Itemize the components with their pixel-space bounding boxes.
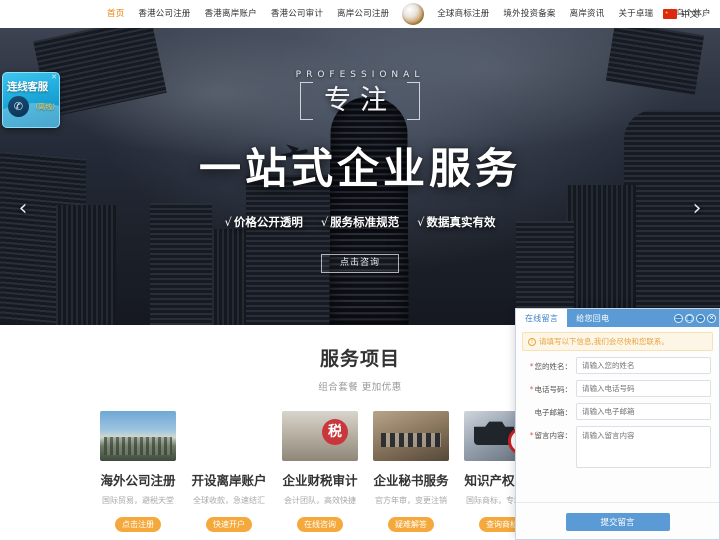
harbor-city-image: [100, 411, 176, 461]
hero-feature-label-2: 服务标准规范: [330, 215, 400, 229]
check-icon: √: [224, 215, 232, 229]
nav-item-hk-offshore-account[interactable]: 香港离岸账户: [198, 0, 264, 28]
form-row-name: *您的姓名：: [524, 357, 711, 374]
carousel-prev-arrow-icon[interactable]: ‹: [10, 196, 36, 222]
close-icon[interactable]: ✕: [707, 313, 716, 323]
service-card[interactable]: 海外公司注册 国际贸易，避税天堂 点击注册: [100, 411, 176, 532]
service-card-title: 企业秘书服务: [373, 473, 449, 488]
info-icon: !: [528, 337, 536, 346]
close-icon[interactable]: ✕: [51, 73, 57, 81]
required-marker: *: [529, 385, 534, 394]
china-flag-icon: [663, 9, 678, 19]
service-card-desc: 会计团队，高效快捷: [284, 496, 356, 505]
service-card[interactable]: 开设离岸账户 全球收款，急速结汇 快速开户: [191, 411, 267, 532]
nav-item-offshore-company-registration[interactable]: 离岸公司注册: [330, 0, 396, 28]
form-row-phone: *电话号码：: [524, 380, 711, 397]
chat-panel-header: 在线留言 给您回电 — □ – ✕: [516, 309, 719, 327]
phone-field-label: *电话号码：: [529, 385, 572, 394]
chevron-down-icon: ⌄: [702, 10, 708, 18]
hero-consult-button[interactable]: 点击咨询: [321, 254, 399, 273]
email-input[interactable]: [576, 403, 711, 420]
hero-feature-label-3: 数据真实有效: [426, 215, 496, 229]
service-card-title: 企业财税审计: [282, 473, 358, 488]
service-card-desc: 官方年审，变更注销: [375, 496, 447, 505]
live-chat-float-widget[interactable]: ✕ 连线客服 ✆ (离线): [2, 72, 60, 128]
required-marker: *: [529, 362, 534, 371]
form-row-message: *留言内容：: [524, 426, 711, 468]
email-field-label: 电子邮箱：: [534, 408, 573, 417]
credit-card-image: [191, 411, 267, 461]
page-root: 首页 香港公司注册 香港离岸账户 香港公司审计 离岸公司注册 全球商标注册 境外…: [0, 0, 720, 540]
live-chat-title: 连线客服: [7, 81, 48, 93]
phone-icon: ✆: [8, 96, 29, 117]
submit-message-button[interactable]: 提交留言: [565, 513, 670, 531]
collapse-icon[interactable]: –: [696, 313, 705, 323]
service-card-desc: 全球收款，急速结汇: [193, 496, 265, 505]
online-message-panel: 在线留言 给您回电 — □ – ✕ ! 请填写以下信息,我们会尽快和您联系。 *…: [515, 308, 720, 540]
sphere-logo-icon: [402, 3, 425, 25]
service-card-title: 海外公司注册: [100, 473, 176, 488]
nav-item-global-trademark[interactable]: 全球商标注册: [430, 0, 496, 28]
hero-banner: PROFESSIONAL 专注 一站式企业服务 √ 价格公开透明 √ 服务标准规范 …: [0, 28, 720, 325]
tab-online-message[interactable]: 在线留言: [516, 309, 568, 327]
service-card-desc: 国际贸易，避税天堂: [102, 496, 174, 505]
hero-feature-item-3: √ 数据真实有效: [417, 214, 495, 230]
nav-item-home[interactable]: 首页: [100, 0, 131, 28]
hero-headline: 一站式企业服务: [198, 144, 521, 193]
restore-icon[interactable]: □: [685, 313, 694, 323]
chat-panel-notice-text: 请填写以下信息,我们会尽快和您联系。: [539, 337, 669, 346]
nav-item-hk-company-audit[interactable]: 香港公司审计: [264, 0, 330, 28]
nav-item-offshore-news[interactable]: 离岸资讯: [563, 0, 612, 28]
minimize-icon[interactable]: —: [674, 313, 683, 323]
service-card-title: 开设离岸账户: [191, 473, 267, 488]
live-chat-status: (离线): [35, 103, 55, 111]
service-card[interactable]: 企业秘书服务 官方年审，变更注销 疑难解答: [373, 411, 449, 532]
check-icon: √: [320, 215, 329, 229]
chat-panel-notice: ! 请填写以下信息,我们会尽快和您联系。: [522, 332, 713, 351]
hero-feature-item-2: √ 服务标准规范: [321, 214, 399, 230]
nav-item-overseas-investment-filing[interactable]: 境外投资备案: [496, 0, 562, 28]
language-switcher[interactable]: 中文 ⌄: [663, 0, 708, 28]
language-label: 中文: [681, 10, 699, 20]
hero-focus-bracket: 专注: [294, 82, 426, 120]
hero-eyebrow: PROFESSIONAL: [295, 70, 425, 80]
chat-panel-window-controls: — □ – ✕: [674, 309, 716, 327]
tab-call-back[interactable]: 给您回电: [567, 309, 618, 327]
service-card-button[interactable]: 快速开户: [206, 517, 252, 532]
hero-content: PROFESSIONAL 专注 一站式企业服务 √ 价格公开透明 √ 服务标准规范 …: [0, 28, 720, 325]
service-card-button[interactable]: 疑难解答: [388, 517, 434, 532]
message-field-label: *留言内容：: [529, 431, 572, 440]
hero-feature-item-1: √ 价格公开透明: [225, 214, 303, 230]
chat-panel-footer: 提交留言: [516, 502, 719, 539]
nav-items-group: 首页 香港公司注册 香港离岸账户 香港公司审计 离岸公司注册 全球商标注册 境外…: [100, 0, 718, 28]
service-card[interactable]: 企业财税审计 会计团队，高效快捷 在线咨询: [282, 411, 358, 532]
name-input[interactable]: [576, 357, 711, 374]
hero-focus-word: 专注: [324, 85, 396, 116]
service-card-button[interactable]: 在线咨询: [297, 517, 343, 532]
form-row-email: 电子邮箱：: [524, 403, 711, 420]
nav-item-hk-company-registration[interactable]: 香港公司注册: [131, 0, 197, 28]
tax-seal-image: [282, 411, 358, 461]
contact-form: *您的姓名： *电话号码： 电子邮箱： *留言内容：: [516, 351, 719, 502]
top-navigation-bar: 首页 香港公司注册 香港离岸账户 香港公司审计 离岸公司注册 全球商标注册 境外…: [0, 0, 720, 28]
service-card-button[interactable]: 点击注册: [115, 517, 161, 532]
name-field-label: *您的姓名：: [529, 362, 572, 371]
hero-feature-list: √ 价格公开透明 √ 服务标准规范 √ 数据真实有效: [225, 214, 496, 230]
check-icon: √: [417, 215, 425, 229]
carousel-next-arrow-icon[interactable]: ›: [684, 196, 710, 222]
message-textarea[interactable]: [576, 426, 711, 468]
required-marker: *: [529, 431, 534, 440]
nav-item-about-zhuorui[interactable]: 关于卓瑞: [611, 0, 660, 28]
phone-input[interactable]: [576, 380, 711, 397]
hero-feature-label-1: 价格公开透明: [233, 215, 303, 229]
office-desk-image: [373, 411, 449, 461]
